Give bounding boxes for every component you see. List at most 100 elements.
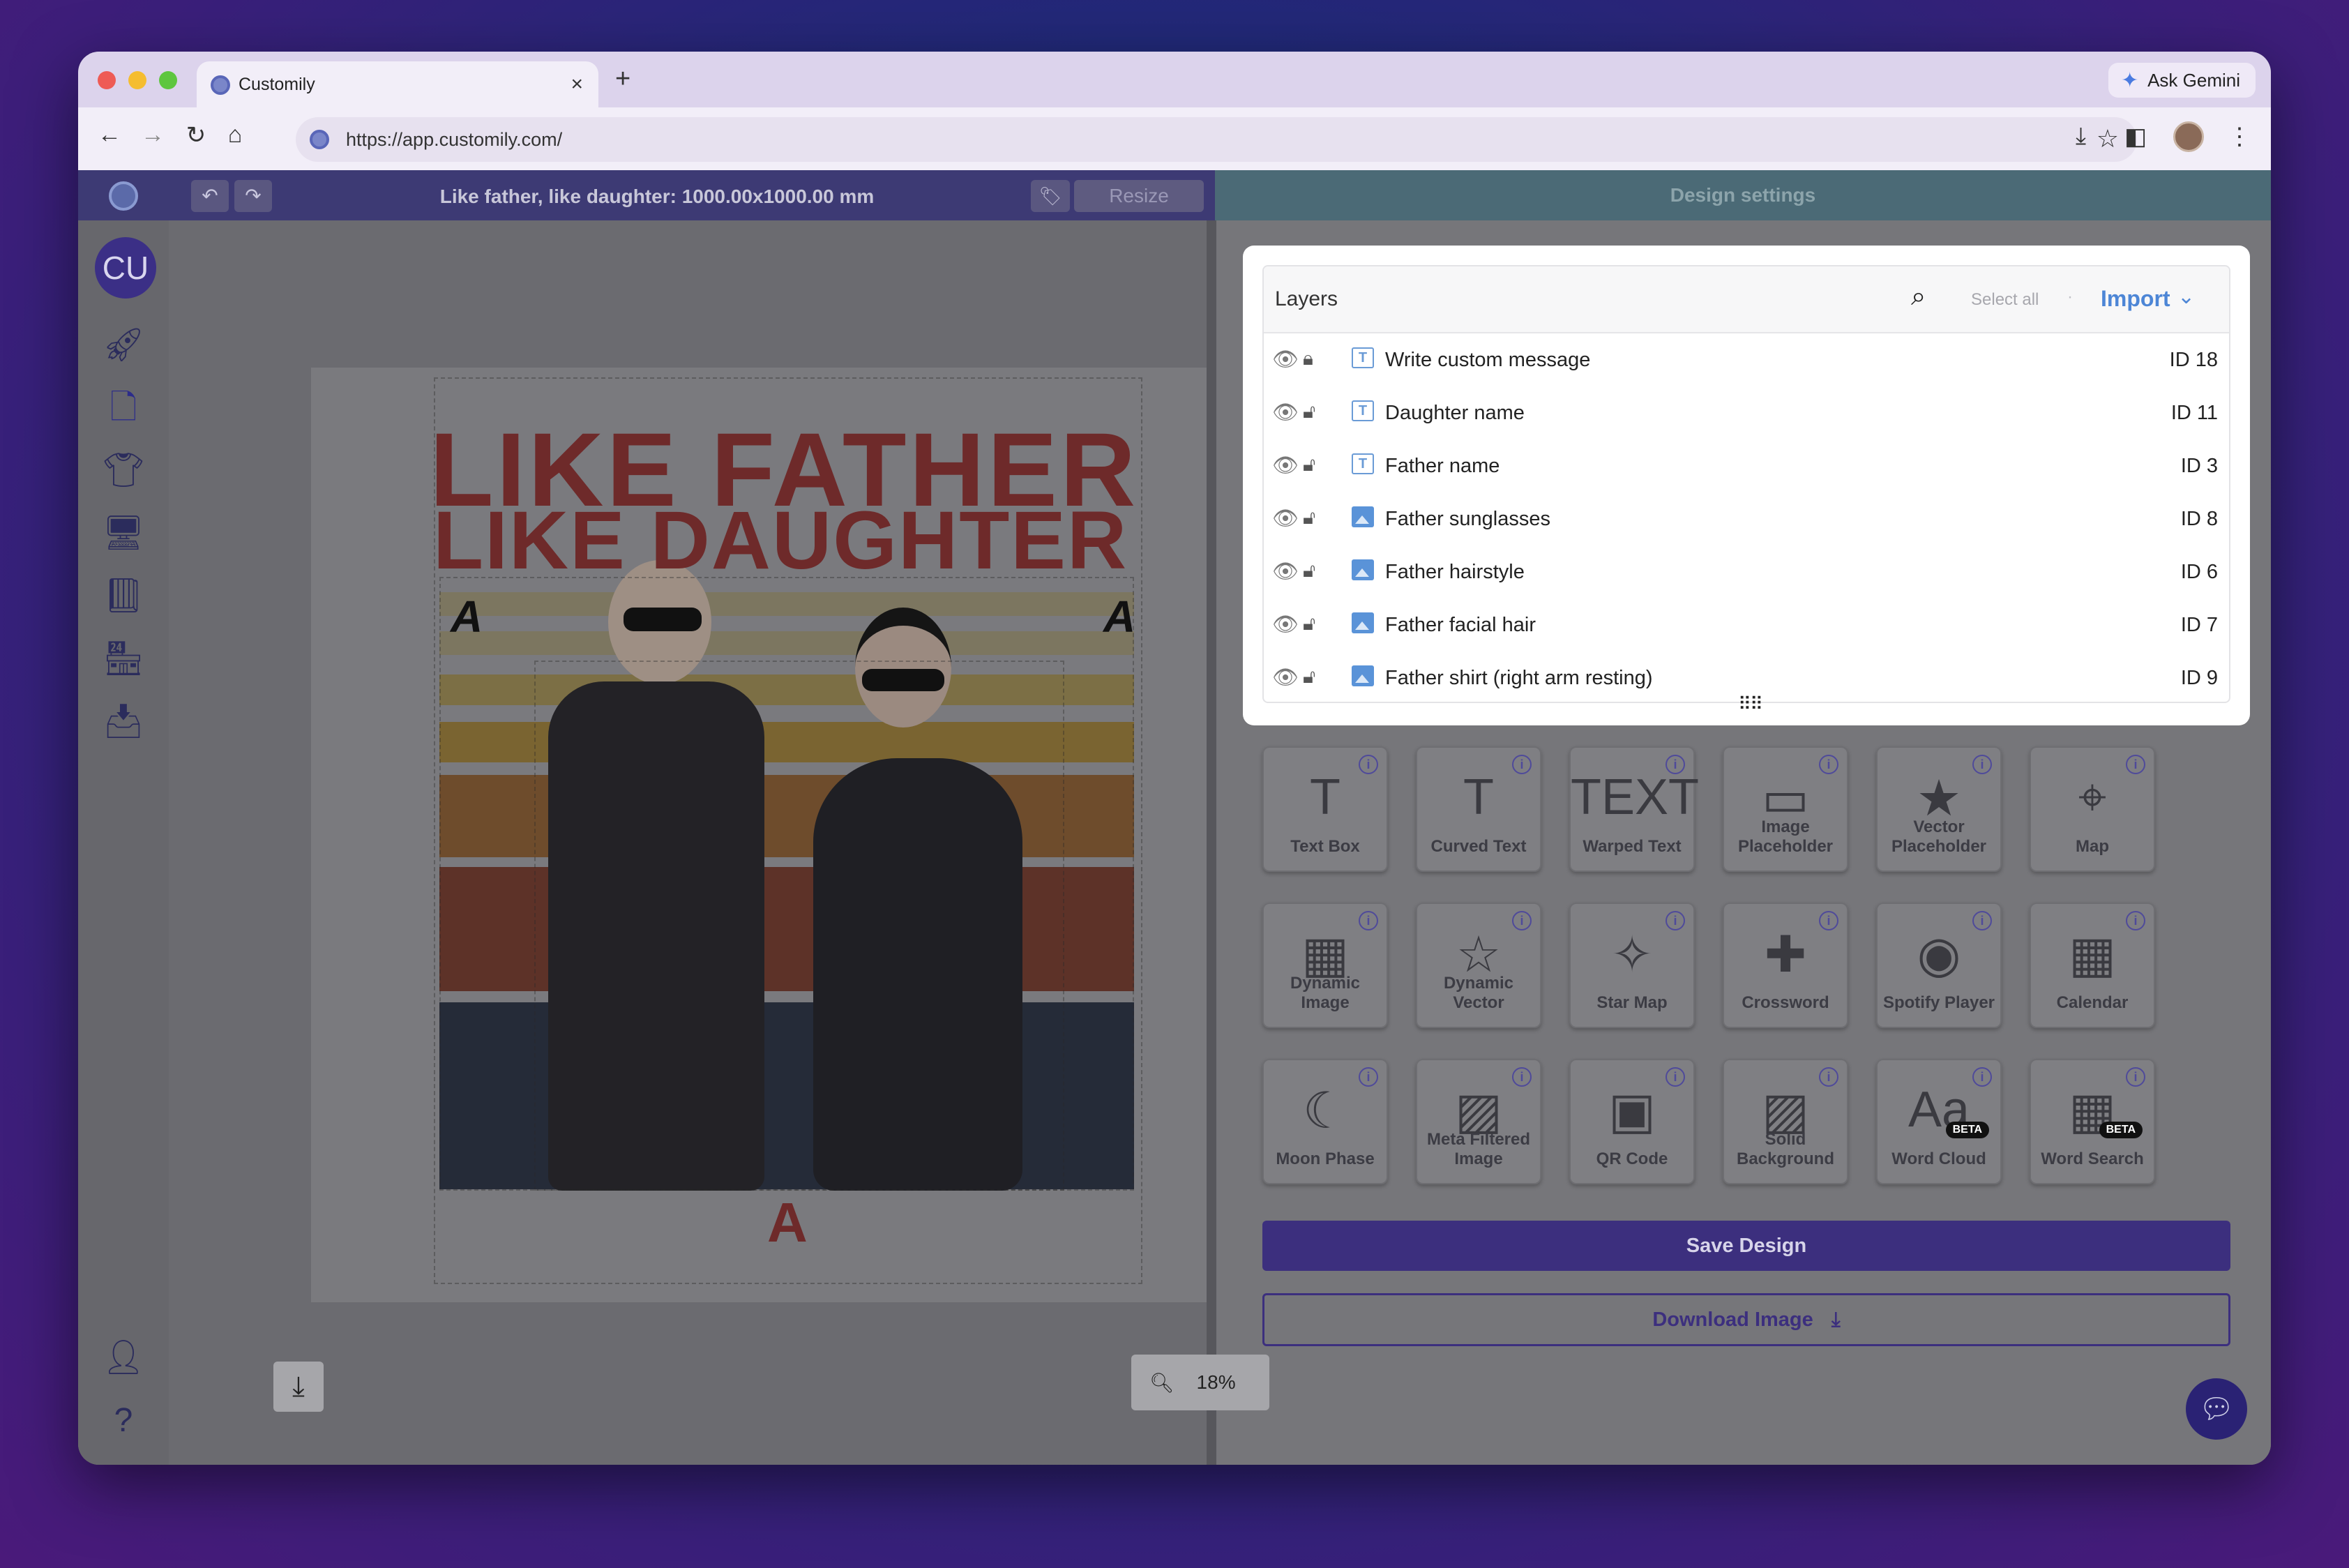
drag-handle-icon[interactable]: ⠿⠿ xyxy=(1738,693,1763,715)
element-tile-solid-background[interactable]: i ▨ Solid Background xyxy=(1723,1059,1848,1184)
maximize-window-button[interactable] xyxy=(159,71,177,89)
select-all-link[interactable]: Select all xyxy=(1971,290,2039,310)
unlock-icon[interactable]: 🔓︎ xyxy=(1303,559,1315,582)
close-tab-icon[interactable]: × xyxy=(571,73,583,96)
element-label: Map xyxy=(2076,837,2109,856)
separator-dot: · xyxy=(2067,287,2073,306)
zoom-search-icon: 🔍︎ xyxy=(1149,1371,1174,1394)
rocket-icon[interactable]: 🚀︎ xyxy=(102,324,145,367)
layer-row[interactable]: 👁︎ 🔓︎ Father facial hair ID 7 xyxy=(1264,598,2229,651)
export-download-button[interactable]: ⤓ xyxy=(273,1362,324,1412)
visibility-eye-icon[interactable]: 👁︎ xyxy=(1272,400,1299,425)
inbox-icon[interactable]: 📥︎ xyxy=(102,700,145,744)
design-settings-title: Design settings xyxy=(1670,184,1816,206)
logout-icon[interactable]: ⇥ xyxy=(102,1461,145,1465)
more-menu-icon[interactable]: ⋮ xyxy=(2228,123,2251,151)
site-info-icon[interactable] xyxy=(310,130,329,149)
profile-avatar[interactable] xyxy=(2173,121,2204,152)
back-icon[interactable]: ← xyxy=(92,121,127,149)
layer-id: ID 6 xyxy=(2180,561,2218,583)
unlock-icon[interactable]: 🔓︎ xyxy=(1303,612,1315,635)
resize-button[interactable]: Resize xyxy=(1074,180,1204,212)
element-glyph-icon: T xyxy=(1310,769,1340,825)
element-tile-calendar[interactable]: i ▦ Calendar xyxy=(2030,903,2155,1028)
element-tile-warped-text[interactable]: i TEXT Warped Text xyxy=(1569,746,1699,872)
element-tile-qr-code[interactable]: i ▣ QR Code xyxy=(1569,1059,1695,1184)
monitor-icon[interactable]: 🖥︎ xyxy=(102,512,145,555)
layer-row[interactable]: 👁︎ 🔓︎ Father sunglasses ID 8 xyxy=(1264,492,2229,545)
layer-row[interactable]: 👁︎ 🔓︎ T Father name ID 3 xyxy=(1264,439,2229,492)
visibility-eye-icon[interactable]: 👁︎ xyxy=(1272,347,1299,372)
new-tab-button[interactable]: + xyxy=(615,64,630,94)
unlock-icon[interactable]: 🔓︎ xyxy=(1303,665,1315,688)
layer-row[interactable]: 👁︎ 🔓︎ T Daughter name ID 11 xyxy=(1264,386,2229,439)
visibility-eye-icon[interactable]: 👁︎ xyxy=(1272,559,1299,584)
app-logo-icon[interactable] xyxy=(109,181,138,211)
element-tile-map[interactable]: i ⌖ Map xyxy=(2030,746,2155,872)
element-tile-crossword[interactable]: i ✚ Crossword xyxy=(1723,903,1848,1028)
tag-button[interactable]: 🏷 xyxy=(1031,180,1070,212)
visibility-eye-icon[interactable]: 👁︎ xyxy=(1272,506,1299,531)
side-panel-icon[interactable]: ◧ xyxy=(2124,123,2147,151)
text-layer-icon: T xyxy=(1352,453,1374,474)
layer-id: ID 18 xyxy=(2169,349,2218,371)
browser-tab[interactable]: Customily × xyxy=(197,61,598,107)
favicon-icon xyxy=(211,75,230,95)
layers-title: Layers xyxy=(1275,287,1338,310)
unlock-icon[interactable]: 🔓︎ xyxy=(1303,506,1315,529)
element-label: Solid Background xyxy=(1736,1130,1834,1168)
element-label: Image Placeholder xyxy=(1737,817,1834,856)
user-avatar[interactable]: CU xyxy=(95,237,156,299)
layers-list: Layers ⌕ Select all · Import ⌄ 👁︎ 🔒︎ T Writ… xyxy=(1262,265,2230,703)
forward-icon[interactable]: → xyxy=(135,121,170,149)
image-layer-icon xyxy=(1352,559,1374,580)
element-tile-moon-phase[interactable]: i ☾ Moon Phase xyxy=(1262,1059,1388,1184)
element-tile-word-cloud[interactable]: i Aa Word Cloud BETA xyxy=(1876,1059,2002,1184)
element-tile-image-placeholder[interactable]: i ▭ Image Placeholder xyxy=(1723,746,1848,872)
artboard[interactable]: LIKE FATHER LIKE DAUGHTER A A A xyxy=(311,368,1246,1302)
layers-search-icon[interactable]: ⌕ xyxy=(1911,282,1926,312)
minimize-window-button[interactable] xyxy=(128,71,146,89)
save-design-button[interactable]: Save Design xyxy=(1262,1221,2230,1271)
unlock-icon[interactable]: 🔓︎ xyxy=(1303,453,1315,476)
import-dropdown[interactable]: Import xyxy=(2101,286,2170,312)
layer-row[interactable]: 👁︎ 🔒︎ T Write custom message ID 18 xyxy=(1264,333,2229,386)
user-settings-icon[interactable]: 👤︎ xyxy=(102,1336,145,1380)
unlock-icon[interactable]: 🔓︎ xyxy=(1303,400,1315,423)
visibility-eye-icon[interactable]: 👁︎ xyxy=(1272,612,1299,637)
element-tile-vector-placeholder[interactable]: i ★ Vector Placeholder xyxy=(1876,746,2002,872)
element-label: Spotify Player xyxy=(1882,993,1995,1012)
layer-name: Father shirt (right arm resting) xyxy=(1385,667,1653,689)
element-tile-curved-text[interactable]: i T Curved Text xyxy=(1416,746,1541,872)
home-icon[interactable]: ⌂ xyxy=(218,121,252,149)
chat-support-button[interactable]: 💬︎ xyxy=(2186,1378,2247,1440)
visibility-eye-icon[interactable]: 👁︎ xyxy=(1272,665,1299,690)
reload-icon[interactable]: ↻ xyxy=(179,121,213,149)
help-icon[interactable]: ? xyxy=(102,1399,145,1442)
download-image-button[interactable]: Download Image ⤓ xyxy=(1262,1293,2230,1346)
visibility-eye-icon[interactable]: 👁︎ xyxy=(1272,453,1299,478)
element-tile-word-search[interactable]: i ▦ Word Search BETA xyxy=(2030,1059,2155,1184)
document-icon[interactable]: 🗋 xyxy=(102,386,145,430)
close-window-button[interactable] xyxy=(98,71,116,89)
element-tile-text-box[interactable]: i T Text Box xyxy=(1262,746,1388,872)
download-icon[interactable]: ⤓ xyxy=(2076,123,2086,150)
element-tile-dynamic-image[interactable]: i ▦ Dynamic Image xyxy=(1262,903,1388,1028)
book-icon[interactable]: 📕︎ xyxy=(102,575,145,618)
element-label: Moon Phase xyxy=(1276,1149,1375,1168)
element-tile-spotify-player[interactable]: i ◉ Spotify Player xyxy=(1876,903,2002,1028)
lock-icon[interactable]: 🔒︎ xyxy=(1303,347,1313,370)
element-tile-star-map[interactable]: i ✧ Star Map xyxy=(1569,903,1695,1028)
text-layer-icon: T xyxy=(1352,400,1374,421)
tshirt-icon[interactable]: 👕︎ xyxy=(102,449,145,492)
ask-gemini-button[interactable]: ✦ Ask Gemini xyxy=(2108,63,2256,98)
address-bar[interactable]: https://app.customily.com/ ☆ xyxy=(296,117,2137,162)
bookmark-star-icon[interactable]: ☆ xyxy=(2097,124,2119,153)
chevron-down-icon[interactable]: ⌄ xyxy=(2177,285,2195,309)
element-tile-dynamic-vector[interactable]: i ☆ Dynamic Vector xyxy=(1416,903,1541,1028)
zoom-control[interactable]: 🔍︎ 18% xyxy=(1131,1355,1269,1410)
canvas-scrollbar[interactable] xyxy=(1207,220,1216,1465)
element-tile-meta-filtered-image[interactable]: i ▨ Meta Filtered Image xyxy=(1416,1059,1541,1184)
store-icon[interactable]: 🏪︎ xyxy=(102,638,145,681)
layer-row[interactable]: 👁︎ 🔓︎ Father hairstyle ID 6 xyxy=(1264,545,2229,598)
